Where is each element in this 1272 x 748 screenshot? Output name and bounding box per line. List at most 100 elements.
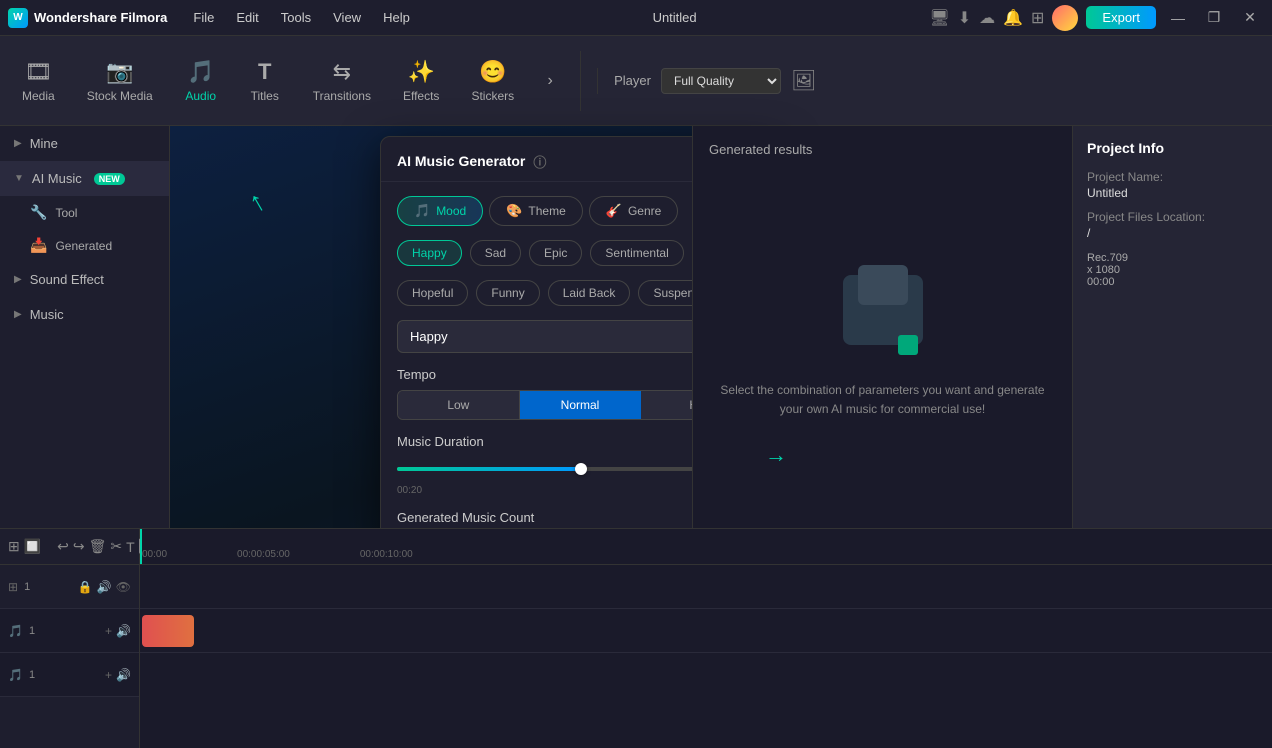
- ruler-mark-5: 00:00:05:00: [237, 549, 290, 560]
- sidebar-item-sound-effect[interactable]: ▶ Sound Effect: [0, 262, 169, 297]
- track-1-scene-icon: ⊞: [8, 580, 18, 594]
- audio-1-add[interactable]: +: [105, 624, 112, 638]
- track-row-audio-1: 🎵 1 + 🔊: [0, 609, 139, 653]
- tab-mood[interactable]: 🎵 Mood: [397, 196, 483, 226]
- toolbar-stickers[interactable]: 😊 Stickers: [457, 51, 528, 111]
- mood-tag-happy[interactable]: Happy: [397, 240, 462, 266]
- audio-1-label: 1: [29, 625, 35, 637]
- playhead[interactable]: [140, 529, 142, 564]
- timeline-tools: ⊞ 🔲 ↩ ↪ 🗑 ✂ T ⬜ 😊: [0, 529, 139, 565]
- quality-select[interactable]: Full Quality Half Quality Quarter Qualit…: [661, 68, 781, 94]
- player-label: Player: [614, 73, 651, 88]
- stock-media-icon: 📷: [106, 59, 133, 85]
- gen-empty-container: Select the combination of parameters you…: [709, 177, 1056, 507]
- sound-effect-arrow: ▶: [14, 274, 22, 285]
- menu-tools[interactable]: Tools: [271, 6, 321, 29]
- track-row-1: ⊞ 1 🔒 🔊 👁: [0, 565, 139, 609]
- sidebar-item-generated[interactable]: 📥 Generated: [0, 229, 169, 262]
- content-main: 🎵 Generate Start generating your... Sta.…: [170, 126, 1072, 528]
- effects-icon: ✨: [408, 59, 435, 85]
- mood-tag-epic[interactable]: Epic: [529, 240, 582, 266]
- stickers-label: Stickers: [471, 89, 514, 103]
- tab-theme[interactable]: 🎨 Theme: [489, 196, 583, 226]
- user-avatar[interactable]: [1052, 5, 1078, 31]
- mine-arrow: ▶: [14, 138, 22, 149]
- track-1-volume[interactable]: 🔊: [97, 580, 112, 594]
- content-right-wrapper: 🎵 Generate Start generating your... Sta.…: [170, 126, 1272, 528]
- menu-help[interactable]: Help: [373, 6, 420, 29]
- video-track-content: [140, 565, 1272, 609]
- toolbar-stock-media[interactable]: 📷 Stock Media: [73, 51, 167, 111]
- toolbar-more-arrow[interactable]: ›: [536, 67, 564, 95]
- titles-label: Titles: [251, 89, 279, 103]
- audio-2-add[interactable]: +: [105, 668, 112, 682]
- track-1-eye[interactable]: 👁: [116, 580, 131, 594]
- info-icon: ⓘ: [533, 152, 546, 171]
- toolbar-items: 🎞 Media 📷 Stock Media 🎵 Audio T Titles ⇆…: [0, 51, 572, 111]
- duration-thumb[interactable]: [575, 463, 587, 475]
- codec-info: Rec.709 x 1080 00:00: [1087, 252, 1258, 288]
- stock-media-label: Stock Media: [87, 89, 153, 103]
- mood-tag-funny[interactable]: Funny: [476, 280, 539, 306]
- track-1-lock[interactable]: 🔒: [78, 580, 93, 594]
- minimize-button[interactable]: —: [1164, 7, 1192, 29]
- sidebar-item-music[interactable]: ▶ Music: [0, 297, 169, 332]
- sidebar-item-mine[interactable]: ▶ Mine: [0, 126, 169, 161]
- toolbar-audio[interactable]: 🎵 Audio: [171, 51, 231, 111]
- tempo-normal[interactable]: Normal: [520, 391, 642, 419]
- download-icon: ⬇: [958, 8, 971, 28]
- mood-tag-laid-back[interactable]: Laid Back: [548, 280, 631, 306]
- arrow-indicator-2: →: [765, 442, 787, 468]
- redo-button[interactable]: ↪: [73, 534, 85, 560]
- undo-button[interactable]: ↩: [57, 534, 69, 560]
- delete-button[interactable]: 🗑: [89, 534, 107, 560]
- project-name-row: Project Name: Untitled: [1087, 170, 1258, 200]
- tempo-low[interactable]: Low: [398, 391, 520, 419]
- toolbar-transitions[interactable]: ⇆ Transitions: [299, 51, 385, 111]
- menu-edit[interactable]: Edit: [226, 6, 268, 29]
- menu-right: 🖥 ⬇ ☁ 🔔 ⊞ Export — ❐ ✕: [929, 5, 1264, 31]
- audio-1-icon: 🎵: [8, 624, 23, 638]
- sidebar-item-tool[interactable]: 🔧 Tool: [0, 196, 169, 229]
- titles-icon: T: [258, 59, 271, 85]
- mood-tag-hopeful[interactable]: Hopeful: [397, 280, 468, 306]
- monitor-icon: 🖥: [929, 8, 949, 28]
- theme-tab-label: Theme: [528, 204, 565, 218]
- tab-genre[interactable]: 🎸 Genre: [589, 196, 679, 226]
- toolbar-titles[interactable]: T Titles: [235, 51, 295, 111]
- music-label: Music: [30, 307, 64, 322]
- export-button[interactable]: Export: [1086, 6, 1156, 29]
- media-label: Media: [22, 89, 55, 103]
- audio-2-icon: 🎵: [8, 668, 23, 682]
- audio-1-volume[interactable]: 🔊: [116, 624, 131, 638]
- duration-slider[interactable]: [397, 467, 703, 471]
- cut-button[interactable]: ✂: [110, 534, 122, 560]
- close-button[interactable]: ✕: [1236, 7, 1264, 29]
- menu-file[interactable]: File: [183, 6, 224, 29]
- generated-label: Generated: [55, 239, 112, 253]
- toolbar-effects[interactable]: ✨ Effects: [389, 51, 453, 111]
- audio-clip-1[interactable]: [142, 615, 194, 647]
- project-location-label: Project Files Location:: [1087, 210, 1258, 224]
- grid-tool[interactable]: ⊞: [8, 534, 20, 560]
- audio-label: Audio: [185, 89, 216, 103]
- maximize-button[interactable]: ❐: [1200, 7, 1228, 29]
- menu-items: File Edit Tools View Help: [183, 6, 419, 29]
- sidebar-item-ai-music[interactable]: ▼ AI Music NEW: [0, 161, 169, 196]
- magnet-tool[interactable]: 🔲: [24, 534, 41, 560]
- text-button[interactable]: T: [126, 534, 135, 560]
- mood-tab-icon: 🎵: [414, 203, 430, 219]
- track-labels: ⊞ 🔲 ↩ ↪ 🗑 ✂ T ⬜ 😊 ⊞ 1 🔒: [0, 528, 140, 748]
- cloud-icon: ☁: [979, 8, 995, 28]
- app-name: Wondershare Filmora: [34, 10, 167, 25]
- toolbar-media[interactable]: 🎞 Media: [8, 51, 69, 111]
- menu-view[interactable]: View: [323, 6, 371, 29]
- audio-track-1-content: [140, 609, 1272, 653]
- mood-tag-sad[interactable]: Sad: [470, 240, 521, 266]
- mood-tag-sentimental[interactable]: Sentimental: [590, 240, 683, 266]
- genre-tab-icon: 🎸: [606, 203, 622, 219]
- window-title: Untitled: [436, 10, 914, 25]
- apps-icon: ⊞: [1031, 8, 1044, 28]
- audio-2-volume[interactable]: 🔊: [116, 668, 131, 682]
- track-1-label: 1: [24, 581, 30, 593]
